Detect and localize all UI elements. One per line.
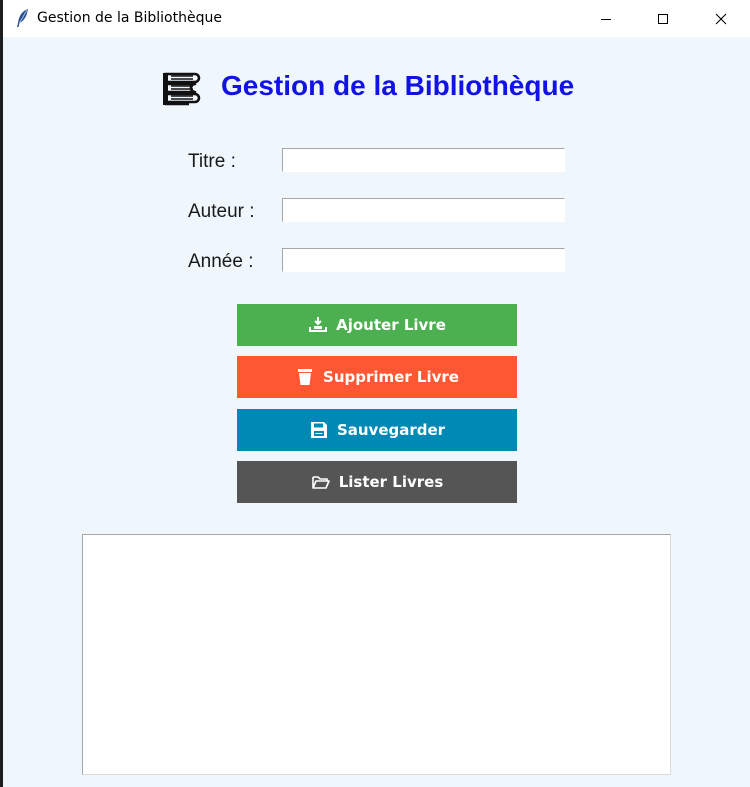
delete-book-label: Supprimer Livre: [323, 368, 459, 386]
main-panel: Gestion de la Bibliothèque Titre : Auteu…: [3, 37, 750, 787]
list-books-label: Lister Livres: [338, 473, 444, 491]
app-window: Gestion de la Bibliothèque Gestion de la…: [0, 0, 750, 787]
year-input[interactable]: [282, 248, 565, 272]
add-book-label: Ajouter Livre: [336, 316, 446, 334]
book-listbox[interactable]: [82, 534, 671, 775]
save-button[interactable]: Sauvegarder: [237, 409, 517, 451]
author-label: Auteur :: [188, 201, 255, 222]
trash-icon: [295, 368, 315, 386]
add-book-button[interactable]: Ajouter Livre: [237, 304, 517, 346]
close-icon: [715, 13, 727, 24]
list-books-button[interactable]: Lister Livres: [237, 461, 517, 503]
delete-book-button[interactable]: Supprimer Livre: [237, 356, 517, 398]
minimize-button[interactable]: [583, 0, 629, 37]
books-icon: [159, 70, 203, 110]
title-label: Titre :: [188, 151, 236, 172]
feather-icon: [15, 8, 31, 28]
minimize-icon: [601, 18, 611, 20]
open-folder-icon: [311, 473, 331, 491]
title-input[interactable]: [282, 148, 565, 172]
title-bar[interactable]: Gestion de la Bibliothèque: [3, 0, 750, 37]
app-title: Gestion de la Bibliothèque: [221, 70, 575, 101]
floppy-disk-icon: [309, 421, 329, 439]
close-button[interactable]: [698, 0, 744, 37]
year-label: Année :: [188, 251, 254, 272]
author-input[interactable]: [282, 198, 565, 222]
add-book-icon: [308, 316, 328, 334]
window-title: Gestion de la Bibliothèque: [37, 10, 222, 26]
maximize-icon: [658, 13, 668, 24]
maximize-button[interactable]: [640, 0, 686, 37]
save-label: Sauvegarder: [336, 421, 446, 439]
